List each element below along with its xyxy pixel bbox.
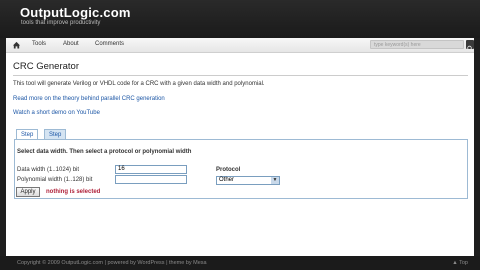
data-width-input[interactable]: 16 bbox=[115, 165, 187, 174]
nav-item-about[interactable]: About bbox=[63, 41, 79, 47]
apply-button[interactable]: Apply bbox=[16, 187, 40, 197]
frame-left bbox=[0, 38, 6, 256]
site-footer: Copyright © 2009 OutputLogic.com | power… bbox=[0, 256, 480, 270]
nav-item-comments[interactable]: Comments bbox=[95, 41, 124, 47]
search-input[interactable]: type keyword(s) here bbox=[370, 40, 464, 49]
demo-link[interactable]: Watch a short demo on YouTube bbox=[13, 110, 100, 116]
page-title: CRC Generator bbox=[13, 61, 79, 72]
nav-item-tools[interactable]: Tools bbox=[32, 41, 46, 47]
home-icon[interactable] bbox=[12, 41, 21, 49]
data-width-label: Data width (1..1024) bit bbox=[17, 167, 80, 173]
error-message: nothing is selected bbox=[46, 189, 101, 195]
site-logo-title[interactable]: OutputLogic.com bbox=[20, 5, 131, 20]
search-icon bbox=[467, 45, 473, 52]
nav-bar: Tools About Comments type keyword(s) her… bbox=[6, 38, 474, 53]
site-header: OutputLogic.com tools that improve produ… bbox=[0, 0, 480, 38]
protocol-select-value: Other bbox=[219, 177, 235, 183]
back-to-top-link[interactable]: ▲ Top bbox=[452, 260, 468, 266]
search-button[interactable] bbox=[466, 40, 474, 52]
frame-right bbox=[474, 38, 480, 256]
form-instruction: Select data width. Then select a protoco… bbox=[17, 149, 192, 155]
intro-text: This tool will generate Verilog or VHDL … bbox=[13, 81, 265, 87]
theory-link[interactable]: Read more on the theory behind parallel … bbox=[13, 96, 165, 102]
site-logo-subtitle: tools that improve productivity bbox=[21, 20, 101, 26]
title-divider bbox=[13, 75, 468, 76]
protocol-label: Protocol bbox=[216, 167, 241, 173]
footer-copyright: Copyright © 2009 OutputLogic.com | power… bbox=[17, 260, 207, 266]
protocol-select[interactable]: Other ▼ bbox=[216, 176, 280, 185]
poly-width-input[interactable] bbox=[115, 175, 187, 184]
chevron-down-icon[interactable]: ▼ bbox=[271, 177, 279, 184]
poly-width-label: Polynomial width (1..128) bit bbox=[17, 177, 93, 183]
